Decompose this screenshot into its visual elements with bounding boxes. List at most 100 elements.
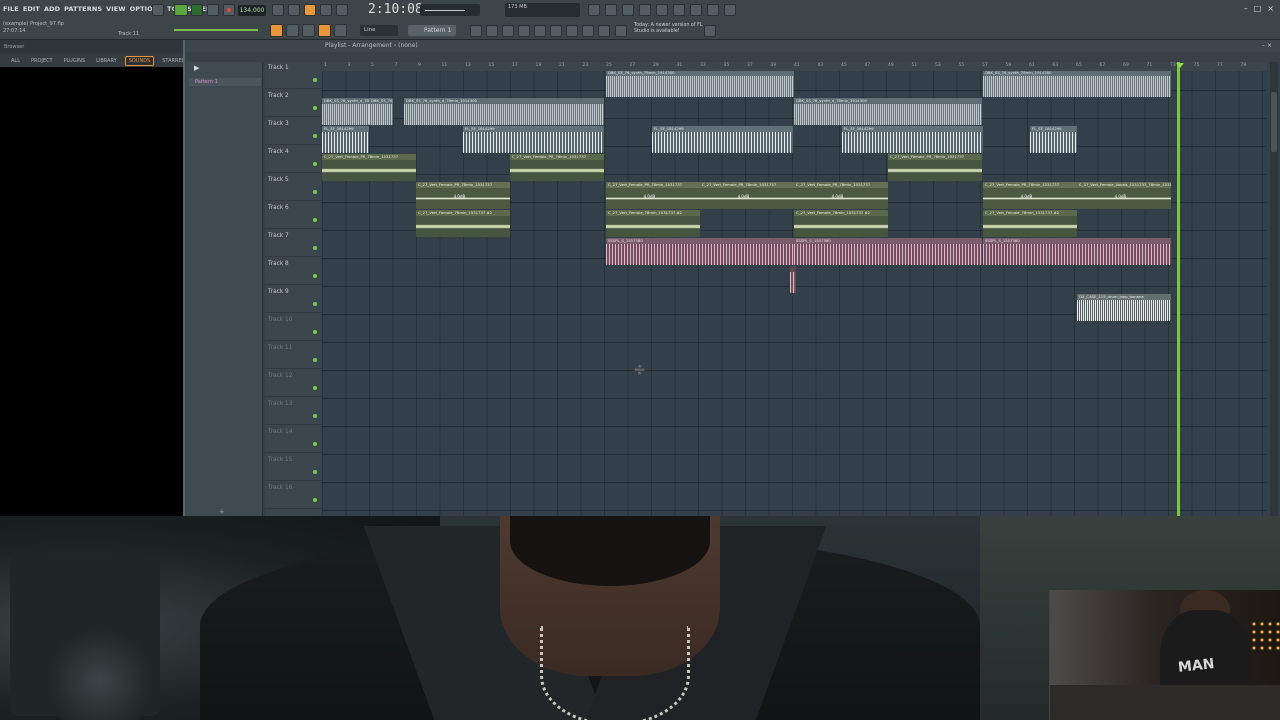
send-icon[interactable] [598,25,610,37]
cut-icon[interactable] [605,4,617,16]
audio-clip[interactable]: C_27_Vert_Female_PR_78min_1531737 4.0dB [794,182,888,209]
browser-tab-sounds[interactable]: SOUNDS [124,55,155,66]
pattern-item[interactable]: Pattern 1 [189,78,261,86]
countdown-icon[interactable] [336,4,348,16]
audio-clip[interactable]: DBK_SS_76_synth_d_78min_1914300 [404,98,604,125]
step-edit-icon[interactable] [304,4,316,16]
track-header[interactable]: Track 14 [265,426,321,453]
news-ticker[interactable]: Today: A newer version of FL Studio is a… [634,23,704,35]
time-display[interactable]: 2:10:08 [368,2,423,17]
arrow-icon[interactable] [286,24,299,37]
help-icon[interactable] [639,4,651,16]
track-header[interactable]: Track 1 [265,62,321,89]
track-header[interactable]: Track 5 [265,174,321,201]
save-icon[interactable] [656,4,668,16]
vertical-scroll-thumb[interactable] [1271,92,1277,152]
audio-clip[interactable]: FL_SF_1814299 [463,126,604,153]
menu-view[interactable]: VIEW [106,5,125,13]
track-enable-dot[interactable] [313,470,317,474]
tempo-display[interactable]: 134.000 [238,5,266,16]
track-header[interactable]: Track 6 [265,202,321,229]
audio-clip[interactable]: SSSPL_S_1557380 [794,238,982,265]
track-header[interactable]: Track 4 [265,146,321,173]
main-pitch-bar[interactable] [174,29,258,31]
track-header[interactable]: Track 15 [265,454,321,481]
arrangement-grid[interactable]: DBK_SS_76_synth_78min_1914300 DBK_SS_76_… [322,62,1267,516]
stop-button[interactable] [207,4,219,16]
track-enable-dot[interactable] [313,442,317,446]
track-enable-dot[interactable] [313,330,317,334]
audio-clip[interactable]: C_27_Vert_Female_PR_78min_1531737 [510,154,604,181]
audio-clip[interactable]: FL_SF_1814299 [652,126,793,153]
playlist-window-controls[interactable]: – × [1262,42,1272,49]
track-enable-dot[interactable] [313,414,317,418]
audio-clip[interactable]: C_27_Vert_Female_78min_1531737 #2 [606,210,700,237]
audio-clip[interactable]: DBK_SS_76_synth_78min_1914300 [983,70,1171,97]
mic-icon[interactable] [622,4,634,16]
pattern-picker-arrow-icon[interactable]: ▶ [194,64,199,72]
menu-file[interactable]: FILE [3,5,19,13]
settings-gear-icon[interactable] [704,25,716,37]
playhead-marker-icon[interactable] [1176,63,1184,68]
close-icon[interactable]: × [1267,4,1274,13]
track-enable-dot[interactable] [313,498,317,502]
tuner-icon[interactable] [566,25,578,37]
track-enable-dot[interactable] [313,386,317,390]
audio-clip[interactable]: SSSPL_S_1557380 [606,238,794,265]
track-header[interactable]: Track 7 [265,230,321,257]
track-enable-dot[interactable] [313,134,317,138]
browser-tab-plugins[interactable]: PLUGINS [61,57,88,65]
browser-tab-library[interactable]: LIBRARY [93,57,120,65]
metronome-icon[interactable] [272,4,284,16]
track-header[interactable]: Track 3 [265,118,321,145]
audio-clip[interactable]: C_27_Vert_Female_78min_1531737 #2 [416,210,510,237]
maximize-icon[interactable]: □ [1254,4,1262,13]
track-header[interactable]: Track 13 [265,398,321,425]
track-enable-dot[interactable] [313,274,317,278]
export-icon[interactable] [707,4,719,16]
mixer-icon[interactable] [470,25,482,37]
browser-tab-all[interactable]: ALL [8,57,23,65]
pattern-song-toggle[interactable] [152,4,164,16]
track-header[interactable]: Track 11 [265,342,321,369]
audio-clip[interactable]: DBK_SS_76_synth_78min_1914300 [606,70,794,97]
typing-keyboard-icon[interactable] [320,4,332,16]
track-enable-dot[interactable] [313,218,317,222]
audio-clip[interactable]: C_27_Vert_Female_PR_78min_1531737 4.0dB [416,182,510,209]
play-button[interactable] [191,4,203,16]
audio-clip[interactable]: DX_CASE_115_drum_loop_banana [1077,294,1171,321]
browser-icon[interactable] [534,25,546,37]
track-header[interactable]: Track 8 [265,258,321,285]
audio-clip[interactable]: FL_SF_1814299 [1030,126,1077,153]
menu-patterns[interactable]: PATTERNS [64,5,102,13]
audio-clip[interactable]: C_27_Vert_Female_78min_1531737 #2 [983,210,1077,237]
audio-clip[interactable] [790,266,796,293]
loop-record-icon[interactable] [288,4,300,16]
audio-clip[interactable]: C_37_Vert_Female_Vocals_1531737_78min_15… [1077,182,1171,209]
track-header[interactable]: Track 12 [265,370,321,397]
add-pattern-icon[interactable]: + [219,508,225,516]
track-header[interactable]: Track 9 [265,286,321,313]
link-icon[interactable] [318,24,331,37]
browser-tab-project[interactable]: PROJECT [28,57,56,65]
song-mode-button[interactable] [174,4,188,16]
audio-clip[interactable]: C_27_Vert_Female_78min_1531737 #2 [794,210,888,237]
audio-clip[interactable]: DBK_SS_76_synth_d_78min_1914300 [369,98,393,125]
track-enable-dot[interactable] [313,246,317,250]
track-enable-dot[interactable] [313,190,317,194]
track-enable-dot[interactable] [313,162,317,166]
audio-clip[interactable]: FL_SF_1814299 [842,126,983,153]
pattern-select[interactable]: Pattern 1 [408,25,456,36]
chat-icon[interactable] [690,4,702,16]
vertical-scrollbar[interactable] [1270,62,1278,516]
user-icon[interactable] [724,4,736,16]
audio-clip[interactable]: DBK_SS_76_synth_d_78min_1914300 [322,98,369,125]
audio-clip[interactable]: DBK_SS_76_synth_d_78min_1914300 [794,98,982,125]
playhead[interactable] [1177,62,1180,516]
stamp-icon[interactable] [334,24,347,37]
audio-clip[interactable]: C_27_Vert_Female_PR_78min_1531737 [888,154,982,181]
plugin-icon[interactable] [673,4,685,16]
timeline-ruler[interactable]: 1 3 5 7 9 11 13 15 17 19 21 23 25 27 29 31 33 35 37 39 41 43 4… [322,62,1267,71]
audio-clip[interactable]: SSSPL_S_1557380 [983,238,1171,265]
track-enable-dot[interactable] [313,358,317,362]
